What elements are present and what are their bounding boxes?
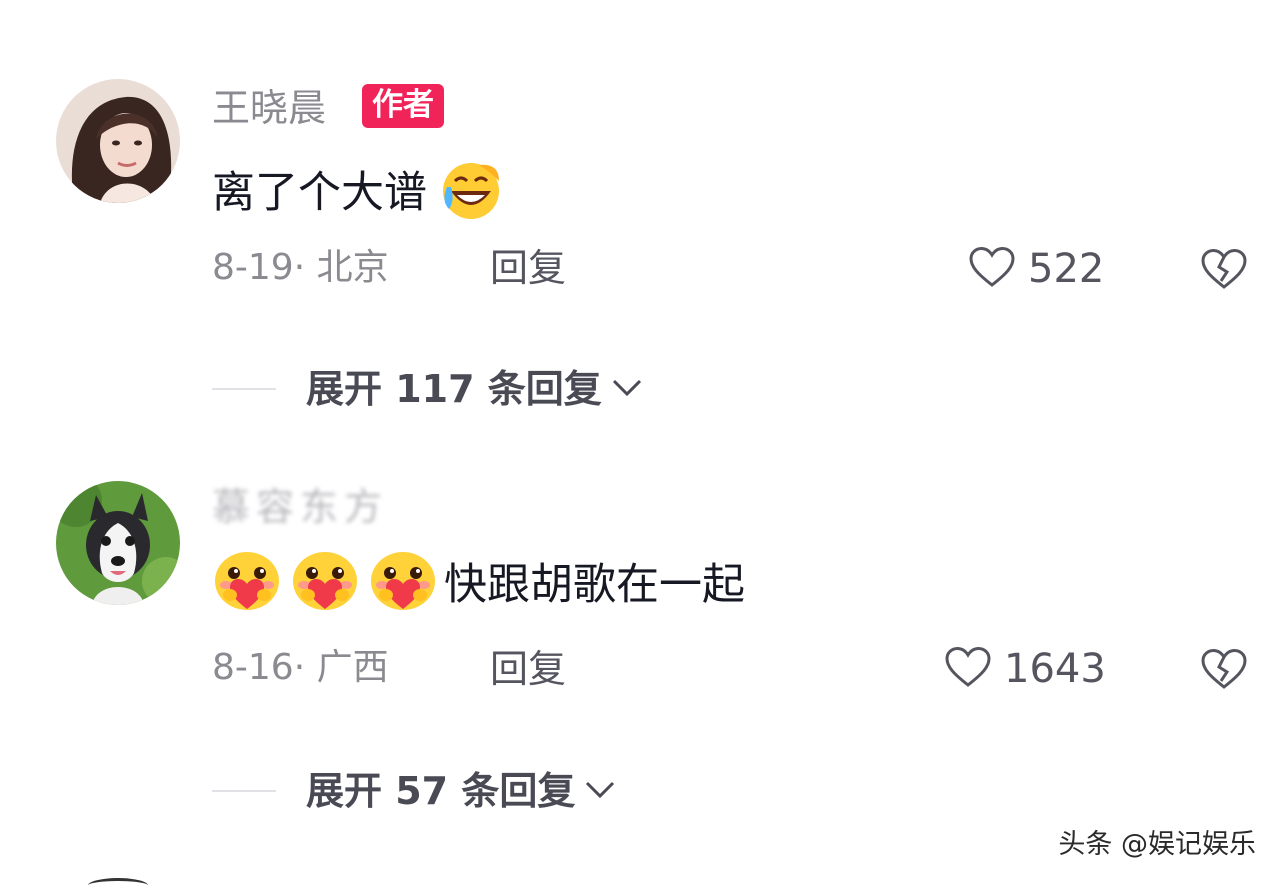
like-button[interactable]: 522 xyxy=(968,246,1104,292)
comment-date-location: 8-19· 北京 xyxy=(212,247,389,288)
expand-replies-label: 展开 117 条回复 xyxy=(306,367,602,411)
heart-hug-emoji-icon xyxy=(290,549,360,621)
comment-text-content: 离了个大谱 xyxy=(212,167,427,218)
expand-replies-button[interactable]: 展开 57 条回复 xyxy=(212,772,617,810)
heart-hug-emoji-icon xyxy=(212,549,282,621)
like-button[interactable]: 1643 xyxy=(944,646,1106,692)
avatar-woman-image xyxy=(56,79,180,203)
author-badge: 作者 xyxy=(362,84,444,128)
heart-hug-emoji-icon xyxy=(368,549,438,621)
divider-line xyxy=(212,790,276,792)
like-count: 522 xyxy=(1028,246,1105,292)
reply-button[interactable]: 回复 xyxy=(490,249,566,287)
broken-heart-icon xyxy=(1200,248,1248,294)
dislike-button[interactable] xyxy=(1200,648,1248,694)
expand-replies-label: 展开 57 条回复 xyxy=(306,769,576,813)
comment-username[interactable]: 王晓晨 xyxy=(212,89,326,127)
next-avatar-edge xyxy=(88,878,148,893)
broken-heart-icon xyxy=(1200,648,1248,694)
comment-date-location: 8-16· 广西 xyxy=(212,647,389,688)
laugh-cry-emoji-icon xyxy=(439,157,503,229)
avatar[interactable] xyxy=(56,481,180,605)
heart-outline-icon xyxy=(944,646,992,692)
comment-text-content: 快跟胡歌在一起 xyxy=(444,559,745,610)
avatar[interactable] xyxy=(56,79,180,203)
reply-button[interactable]: 回复 xyxy=(490,650,566,688)
comment-text: 快跟胡歌在一起 xyxy=(212,549,745,621)
expand-replies-button[interactable]: 展开 117 条回复 xyxy=(212,370,644,408)
divider-line xyxy=(212,388,276,390)
watermark: 头条 @娱记娱乐 xyxy=(1058,829,1256,860)
avatar-husky-image xyxy=(56,481,180,605)
comment-username[interactable]: 慕容东方 xyxy=(212,488,388,526)
chevron-down-icon xyxy=(583,778,617,804)
chevron-down-icon xyxy=(610,376,644,402)
dislike-button[interactable] xyxy=(1200,248,1248,294)
like-count: 1643 xyxy=(1004,646,1106,692)
comment-text: 离了个大谱 xyxy=(212,157,503,229)
heart-outline-icon xyxy=(968,246,1016,292)
